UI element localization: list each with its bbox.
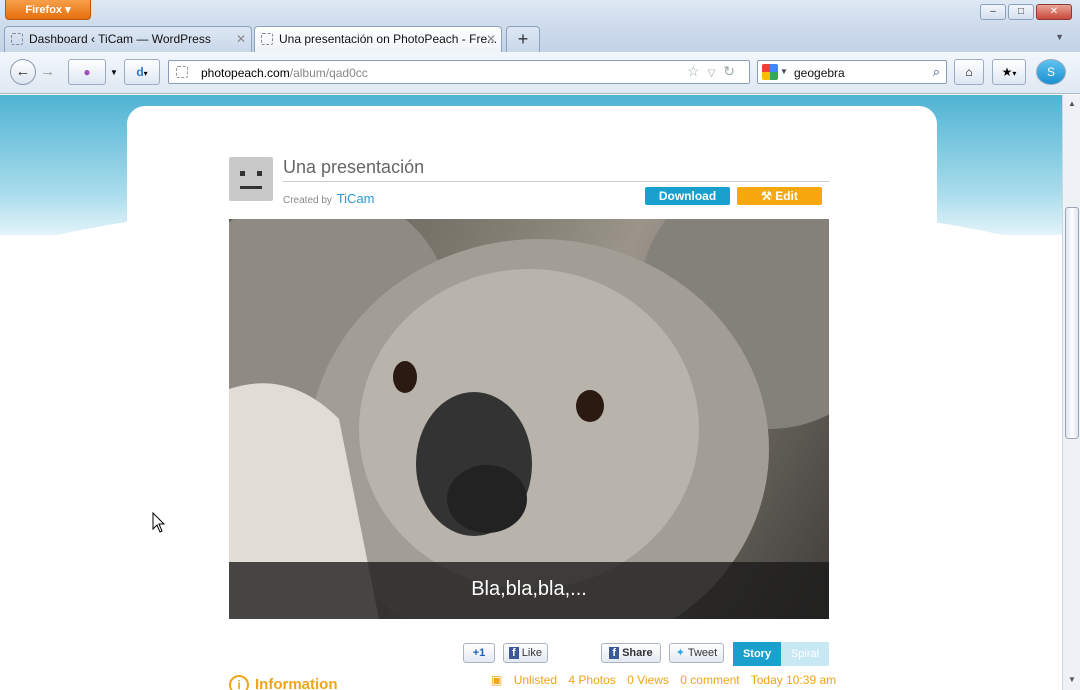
magnifier-icon[interactable]: ⌕	[933, 64, 940, 80]
scroll-up-icon[interactable]: ▲	[1068, 99, 1076, 108]
firefox-menu-label: Firefox	[25, 4, 63, 16]
tab-title: Una presentación on PhotoPeach - Fre...	[279, 32, 498, 46]
bookmarks-star-icon: ★	[1001, 65, 1013, 79]
download-button[interactable]: Download	[645, 187, 730, 205]
share-label: Share	[622, 647, 653, 659]
arrow-left-icon: ←	[15, 63, 31, 80]
tab-photopeach[interactable]: Una presentación on PhotoPeach - Fre... …	[254, 26, 502, 52]
created-by-label: Created by	[283, 195, 332, 206]
lock-icon: ▣	[491, 673, 503, 687]
album-title: Una presentación	[283, 157, 425, 177]
url-bar[interactable]: photopeach.com/album/qad0cc ☆▽↻	[168, 60, 750, 84]
window-controls: – □ ✕	[980, 4, 1072, 20]
like-label: Like	[521, 647, 542, 659]
back-button[interactable]: ←	[10, 59, 36, 85]
tab-close-icon[interactable]: ✕	[236, 27, 246, 51]
bookmarks-button[interactable]: ★▾	[992, 59, 1026, 85]
tweet-button[interactable]: ✦ Tweet	[669, 643, 724, 663]
search-input[interactable]: geogebra	[794, 66, 845, 80]
information-label: Information	[255, 676, 338, 690]
mouse-cursor-icon	[152, 512, 166, 533]
scroll-down-icon[interactable]: ▼	[1068, 675, 1076, 684]
vertical-scrollbar[interactable]: ▲ ▼	[1062, 95, 1080, 690]
reload-icon[interactable]: ↻	[723, 63, 743, 79]
tweet-label: Tweet	[687, 647, 718, 659]
spiral-view-tab[interactable]: Spiral	[781, 642, 829, 666]
search-engine-dropdown-icon[interactable]: ▼	[780, 67, 788, 76]
title-bar: Firefox ▾ – □ ✕	[0, 0, 1080, 24]
slideshow-photo[interactable]: Bla,bla,bla,...	[229, 219, 829, 619]
url-actions: ☆▽↻	[687, 63, 743, 80]
skype-icon: S	[1046, 65, 1055, 79]
minimize-button[interactable]: –	[980, 4, 1006, 20]
author-link[interactable]: TiCam	[337, 191, 375, 206]
skype-button[interactable]: S	[1036, 59, 1066, 85]
firefox-menu-button[interactable]: Firefox ▾	[5, 0, 91, 20]
tab-list-chevron-icon[interactable]: ▼	[1055, 32, 1064, 42]
extension-dropdown[interactable]: ▼	[108, 59, 120, 85]
slide-caption: Bla,bla,bla,...	[229, 562, 829, 619]
chevron-down-icon: ▼	[110, 68, 118, 77]
page-favicon-icon	[11, 33, 23, 45]
page-favicon-icon	[261, 33, 273, 45]
tab-title: Dashboard ‹ TiCam — WordPress	[29, 32, 211, 46]
scroll-thumb[interactable]	[1065, 207, 1079, 439]
history-dropdown-icon[interactable]: ▽	[708, 68, 724, 79]
facebook-icon: f	[509, 647, 519, 659]
page-viewport: Una presentación Created by TiCam Downlo…	[0, 95, 1062, 690]
forward-button[interactable]: →	[40, 63, 55, 80]
avatar-eye-right	[257, 171, 262, 176]
new-tab-button[interactable]: +	[506, 26, 540, 52]
edit-button[interactable]: ⚒ Edit	[737, 187, 822, 205]
facebook-like-button[interactable]: f Like	[503, 643, 548, 663]
close-window-button[interactable]: ✕	[1036, 4, 1072, 20]
edit-wrench-icon: ⚒	[761, 189, 776, 203]
tab-dashboard[interactable]: Dashboard ‹ TiCam — WordPress ✕	[4, 26, 252, 52]
photo-count: 4 Photos	[568, 673, 616, 687]
facebook-share-button[interactable]: f Share	[601, 643, 661, 663]
url-text: photopeach.com/album/qad0cc	[201, 66, 368, 80]
delicious-button[interactable]: d▾	[124, 59, 160, 85]
site-identity-icon[interactable]	[176, 66, 188, 78]
avatar-eye-left	[240, 171, 245, 176]
edit-label: Edit	[775, 189, 798, 203]
search-bar[interactable]: ▼ geogebra ⌕	[757, 60, 947, 84]
google-plus-one-button[interactable]: +1	[463, 643, 495, 663]
url-host: photopeach.com	[201, 66, 290, 80]
created-by: Created by TiCam	[283, 191, 375, 206]
author-avatar[interactable]	[229, 157, 273, 201]
maximize-button[interactable]: □	[1008, 4, 1034, 20]
bookmark-star-icon[interactable]: ☆	[687, 63, 708, 79]
title-divider	[283, 181, 829, 182]
facebook-icon: f	[609, 647, 620, 659]
home-icon: ⌂	[965, 65, 973, 79]
arrow-right-icon: →	[40, 63, 55, 80]
tab-strip: Dashboard ‹ TiCam — WordPress ✕ Una pres…	[0, 24, 1080, 52]
created-time: Today 10:39 am	[750, 673, 837, 687]
album-stats: ▣ Unlisted 4 Photos 0 Views 0 comment To…	[491, 673, 844, 687]
comment-count[interactable]: 0 comment	[680, 673, 739, 687]
tab-close-icon[interactable]: ✕	[486, 27, 496, 51]
koala-image	[229, 219, 829, 619]
home-button[interactable]: ⌂	[954, 59, 984, 85]
extension-button[interactable]: ●	[68, 59, 106, 85]
information-heading: i Information	[229, 675, 338, 690]
url-path: /album/qad0cc	[289, 66, 368, 80]
visibility-status: Unlisted	[513, 673, 558, 687]
avatar-mouth	[240, 186, 262, 189]
story-view-tab[interactable]: Story	[733, 642, 781, 666]
info-icon: i	[229, 675, 249, 690]
twitter-bird-icon: ✦	[675, 647, 685, 659]
view-count: 0 Views	[627, 673, 669, 687]
google-icon[interactable]	[762, 64, 778, 80]
navigation-toolbar: ← → ● ▼ d▾ photopeach.com/album/qad0cc ☆…	[0, 52, 1080, 94]
extension-icon: ●	[83, 65, 91, 79]
delicious-icon: d	[136, 65, 144, 79]
